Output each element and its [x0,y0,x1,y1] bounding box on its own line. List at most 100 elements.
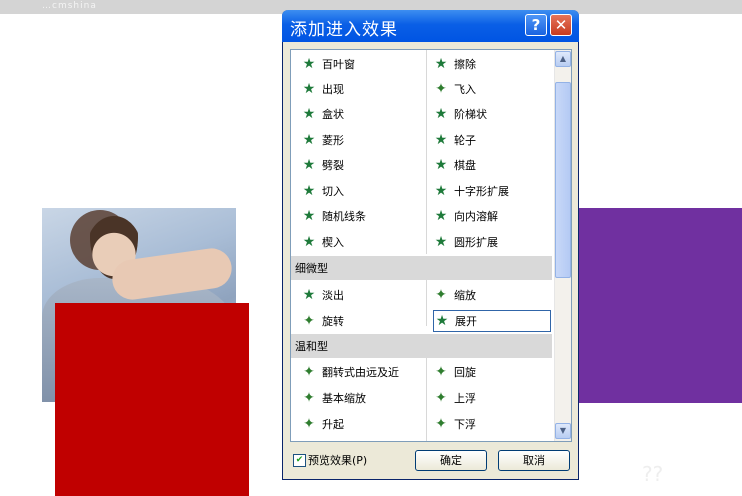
effect-label: 切入 [322,185,344,198]
star-icon: ★ [302,81,316,97]
effect-label: 棋盘 [454,159,476,172]
star-icon: ★ [434,106,448,122]
wand-icon: ✦ [303,416,315,432]
effect-label: 菱形 [322,134,344,147]
effect-label: 飞入 [454,83,476,96]
purple-rectangle-shape [555,208,742,403]
effect-item[interactable]: ★ 淡出 [301,284,416,306]
star-icon: ★ [434,56,448,72]
effect-item[interactable]: ★ 圆形扩展 [433,231,551,253]
dialog-titlebar[interactable]: 添加进入效果 ? ✕ [282,10,579,42]
effect-label: 劈裂 [322,159,344,172]
effect-item[interactable]: ★ 出现 [301,78,416,100]
add-entrance-effect-dialog: 添加进入效果 ? ✕ ★ 百叶窗 ★ 擦除 ★ 出现 ✦ 飞入 ★ 盒状 ★ 阶梯状 ★ 菱形… [282,10,579,480]
effect-item[interactable]: ★ 楔入 [301,231,416,253]
red-rectangle-shape [55,303,249,496]
effect-label: 出现 [322,83,344,96]
effect-item[interactable]: ★ 阶梯状 [433,103,551,125]
effect-item[interactable]: ✦ 基本缩放 [301,387,416,409]
effect-item[interactable]: ✦ 上浮 [433,387,551,409]
star-icon: ★ [302,287,316,303]
cancel-button[interactable]: 取消 [498,450,570,471]
effect-label: 轮子 [454,134,476,147]
wand-icon: ✦ [303,364,315,380]
effect-item[interactable]: ★ 向内溶解 [433,205,551,227]
effect-item[interactable]: ✦ 下浮 [433,413,551,435]
effect-item[interactable]: ✦ 旋转 [301,310,416,332]
effect-item[interactable]: ★ 擦除 [433,53,551,75]
star-icon: ★ [302,106,316,122]
effect-label: 旋转 [322,315,344,328]
top-strip-text: …cmshina [42,1,97,11]
effect-label: 淡出 [322,289,344,302]
effect-item[interactable]: ★ 菱形 [301,129,416,151]
wand-icon: ✦ [435,287,447,303]
star-icon: ★ [434,234,448,250]
ok-button[interactable]: 确定 [415,450,487,471]
preview-checkbox[interactable]: ✔ [293,454,306,467]
effect-label: 十字形扩展 [454,185,509,198]
effect-item[interactable]: ★ 切入 [301,180,416,202]
star-icon: ★ [302,183,316,199]
wand-icon: ✦ [435,364,447,380]
column-divider [426,278,427,326]
star-icon: ★ [434,208,448,224]
effect-item[interactable]: ★ 盒状 [301,103,416,125]
wand-icon: ✦ [435,416,447,432]
effect-label: 基本缩放 [322,392,366,405]
effect-label: 圆形扩展 [454,236,498,249]
effect-label: 升起 [322,418,344,431]
effect-label: 上浮 [454,392,476,405]
effect-label: 阶梯状 [454,108,487,121]
star-icon: ★ [434,183,448,199]
close-button[interactable]: ✕ [550,14,572,36]
vertical-scrollbar[interactable]: ▲ ▼ [554,50,571,441]
effect-label: 盒状 [322,108,344,121]
effect-label: 回旋 [454,366,476,379]
effect-item[interactable]: ★ 百叶窗 [301,53,416,75]
star-icon: ★ [302,56,316,72]
star-icon: ★ [302,208,316,224]
category-header-subtle: 细微型 [291,256,552,280]
effect-item[interactable]: ★ 棋盘 [433,154,551,176]
effect-item[interactable]: ★ 十字形扩展 [433,180,551,202]
effect-item[interactable]: ✦ 升起 [301,413,416,435]
scrollbar-thumb[interactable] [555,82,571,278]
effect-item-selected[interactable]: ★ 展开 [433,310,551,332]
preview-label[interactable]: 预览效果(P) [308,452,367,468]
effect-label: 随机线条 [322,210,366,223]
wand-icon: ✦ [303,390,315,406]
wand-icon: ✦ [303,313,315,329]
star-icon: ★ [302,157,316,173]
effect-label: 展开 [455,315,477,328]
category-header-moderate: 温和型 [291,334,552,358]
effect-item[interactable]: ✦ 缩放 [433,284,551,306]
effect-label: 擦除 [454,58,476,71]
dialog-footer: ✔ 预览效果(P) 确定 取消 [291,450,573,474]
effect-item[interactable]: ✦ 回旋 [433,361,551,383]
corner-watermark: ?? [642,462,664,486]
star-icon: ★ [302,234,316,250]
effect-item[interactable]: ★ 随机线条 [301,205,416,227]
star-icon: ★ [435,313,449,329]
wand-icon: ✦ [435,390,447,406]
dialog-title: 添加进入效果 [290,20,398,40]
star-icon: ★ [434,132,448,148]
column-divider [426,350,427,441]
effect-item[interactable]: ✦ 翻转式由远及近 [301,361,416,383]
effect-label: 下浮 [454,418,476,431]
column-divider [426,50,427,254]
effect-label: 缩放 [454,289,476,302]
effect-item[interactable]: ✦ 飞入 [433,78,551,100]
scroll-up-icon[interactable]: ▲ [555,51,571,67]
effect-label: 翻转式由远及近 [322,366,399,379]
star-icon: ★ [302,132,316,148]
effects-list: ★ 百叶窗 ★ 擦除 ★ 出现 ✦ 飞入 ★ 盒状 ★ 阶梯状 ★ 菱形 ★ 轮子 ★ 劈裂 ★ 棋… [290,49,572,442]
effect-label: 向内溶解 [454,210,498,223]
effect-label: 楔入 [322,236,344,249]
effect-item[interactable]: ★ 轮子 [433,129,551,151]
effect-item[interactable]: ★ 劈裂 [301,154,416,176]
wand-icon: ✦ [435,81,447,97]
help-button[interactable]: ? [525,14,547,36]
scroll-down-icon[interactable]: ▼ [555,423,571,439]
